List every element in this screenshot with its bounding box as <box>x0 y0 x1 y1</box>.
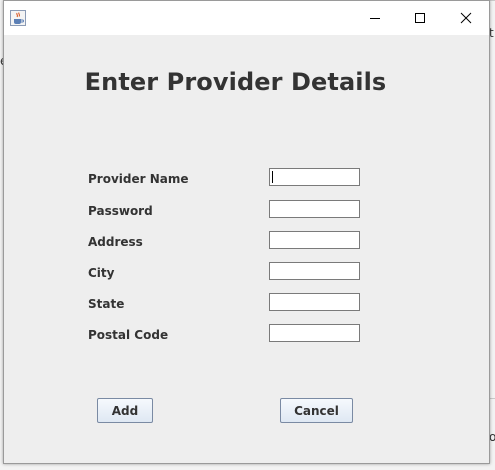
form-title: Enter Provider Details <box>84 68 387 96</box>
close-icon <box>460 12 472 24</box>
text-caret <box>272 171 273 183</box>
address-label: Address <box>88 235 143 249</box>
minimize-button[interactable] <box>352 1 398 35</box>
city-label: City <box>88 266 115 280</box>
dialog-content: Enter Provider Details Provider Name Pas… <box>4 35 489 463</box>
cancel-button[interactable]: Cancel <box>280 398 353 423</box>
java-cup-icon[interactable] <box>10 10 26 26</box>
maximize-button[interactable] <box>397 1 443 35</box>
minimize-icon <box>370 18 380 19</box>
state-label: State <box>88 297 125 311</box>
provider-name-label: Provider Name <box>88 172 189 186</box>
state-field[interactable] <box>269 293 360 311</box>
background-divider <box>490 398 495 399</box>
close-button[interactable] <box>443 1 489 35</box>
background-divider <box>490 0 495 1</box>
postal-code-label: Postal Code <box>88 328 169 342</box>
provider-dialog-window: Enter Provider Details Provider Name Pas… <box>3 0 490 464</box>
password-label: Password <box>88 204 153 218</box>
city-field[interactable] <box>269 262 360 280</box>
title-bar[interactable] <box>4 1 489 35</box>
address-field[interactable] <box>269 231 360 249</box>
provider-name-field[interactable] <box>269 168 360 186</box>
maximize-icon <box>415 13 425 23</box>
password-field[interactable] <box>269 200 360 218</box>
add-button[interactable]: Add <box>97 398 153 423</box>
postal-code-field[interactable] <box>269 324 360 342</box>
